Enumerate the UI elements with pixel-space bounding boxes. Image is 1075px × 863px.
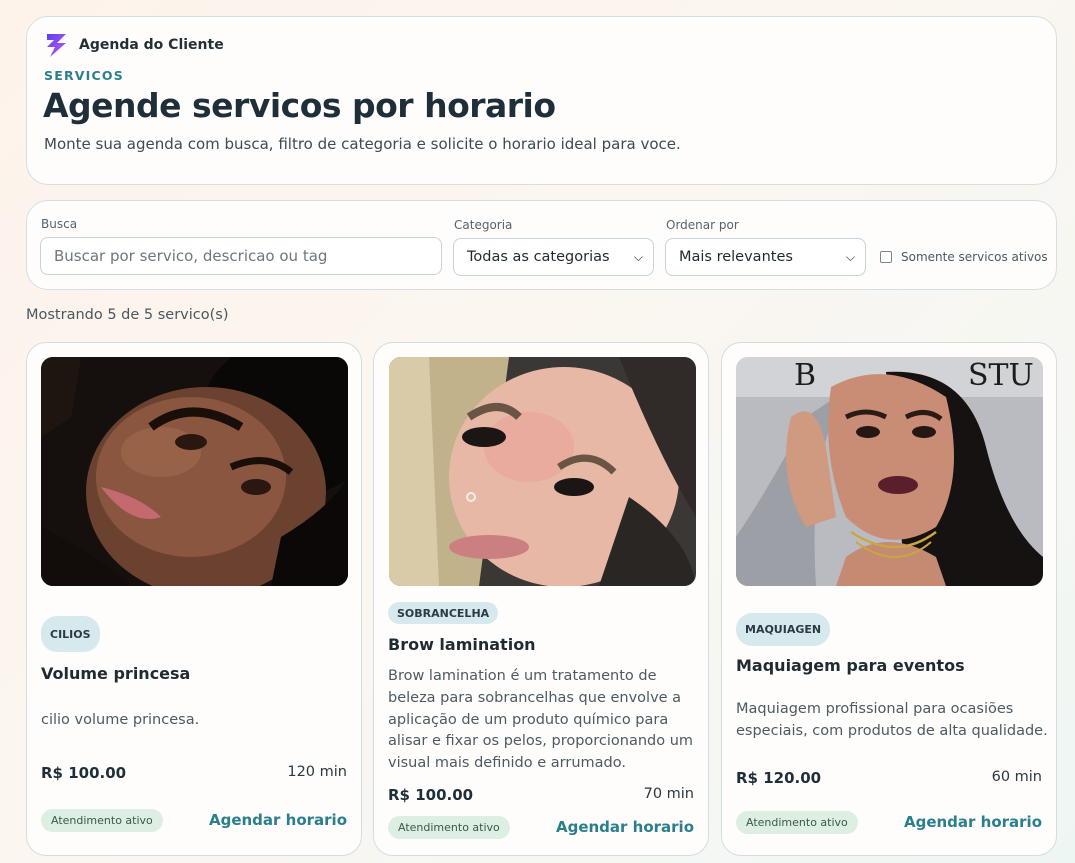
sort-selected-value: Mais relevantes (679, 249, 793, 265)
category-label: Categoria (454, 218, 513, 232)
lightning-bolt-icon (47, 34, 66, 57)
category-badge: SOBRANCELHA (388, 602, 499, 624)
sort-select[interactable]: Mais relevantes ⌵ (665, 238, 866, 276)
brand: Agenda do Cliente (44, 32, 224, 58)
service-price: R$ 100.00 (41, 764, 127, 782)
schedule-button[interactable]: Agendar horario (209, 811, 347, 829)
status-badge: Atendimento ativo (41, 809, 163, 832)
filters-panel: Busca Buscar por servico, descricao ou t… (26, 200, 1057, 290)
search-input[interactable]: Buscar por servico, descricao ou tag (40, 237, 442, 275)
service-card: CILIOS Volume princesa cilio volume prin… (26, 342, 362, 856)
service-name: Brow lamination (388, 635, 536, 654)
service-photo (389, 357, 696, 586)
status-badge: Atendimento ativo (736, 811, 858, 834)
service-name: Volume princesa (41, 664, 191, 683)
category-selected-value: Todas as categorias (467, 249, 610, 265)
service-price: R$ 120.00 (736, 769, 822, 787)
schedule-button[interactable]: Agendar horario (904, 813, 1042, 831)
chevron-down-icon: ⌵ (845, 249, 855, 264)
category-select[interactable]: Todas as categorias ⌵ (453, 238, 654, 276)
page-subtitle: Monte sua agenda com busca, filtro de ca… (44, 135, 681, 153)
category-badge: MAQUIAGEN (736, 613, 831, 646)
service-description: Brow lamination é um tratamento de belez… (388, 668, 694, 772)
service-photo: B STU (736, 357, 1043, 586)
service-name: Maquiagem para eventos (736, 656, 965, 675)
svg-text:B: B (794, 358, 816, 393)
active-only-toggle[interactable]: Somente servicos ativos (880, 250, 1048, 264)
service-description: Maquiagem profissional para ocasiões esp… (736, 701, 1048, 739)
service-duration: 120 min (287, 764, 347, 780)
service-description: cilio volume princesa. (41, 712, 200, 728)
page-header: Agenda do Cliente SERVICOS Agende servic… (26, 16, 1057, 185)
svg-text:STU: STU (968, 358, 1034, 393)
active-only-label: Somente servicos ativos (901, 250, 1048, 264)
status-badge: Atendimento ativo (388, 816, 510, 839)
service-card: SOBRANCELHA Brow lamination Brow laminat… (373, 342, 709, 856)
service-price: R$ 100.00 (388, 786, 474, 804)
brand-name: Agenda do Cliente (79, 37, 224, 53)
schedule-button[interactable]: Agendar horario (556, 818, 694, 836)
service-duration: 60 min (991, 769, 1042, 785)
service-duration: 70 min (643, 786, 694, 802)
results-count: Mostrando 5 de 5 servico(s) (26, 307, 229, 323)
sort-label: Ordenar por (666, 218, 739, 232)
service-card: B STU MAQUIAGEN Maquiagem para eventos M… (721, 342, 1057, 856)
chevron-down-icon: ⌵ (633, 249, 643, 264)
section-eyebrow: SERVICOS (44, 68, 124, 83)
page-title: Agende servicos por horario (43, 86, 556, 125)
search-label: Busca (41, 217, 78, 231)
category-badge: CILIOS (41, 616, 100, 652)
search-placeholder: Buscar por servico, descricao ou tag (54, 247, 328, 265)
service-photo (41, 357, 348, 586)
active-only-checkbox[interactable] (880, 251, 892, 263)
